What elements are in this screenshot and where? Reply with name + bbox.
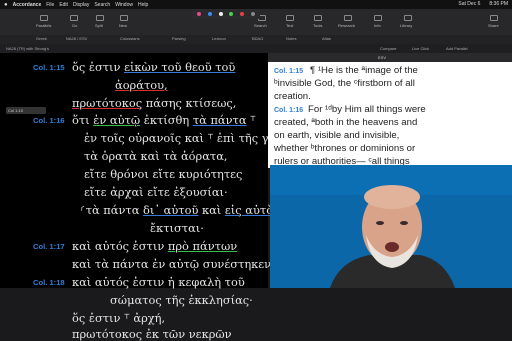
add-parallel-button[interactable]: Add Parallel [446, 46, 468, 51]
toolbar-go[interactable]: Go [72, 23, 77, 28]
greek-line-9: ⸂τὰ πάντα δι᾽ αὐτοῦ καὶ εἰς αὐτὸν [80, 203, 280, 217]
menu-app-name[interactable]: Accordance [13, 2, 42, 8]
tab-lexicon[interactable]: Lexicon [212, 36, 226, 41]
greek-line-14: σώματος τῆς ἐκκλησίας· [110, 293, 253, 307]
english-pane-header: ESV [268, 53, 512, 62]
apple-icon[interactable]: ● [4, 2, 8, 8]
menu-edit[interactable]: Edit [59, 2, 68, 8]
greek-line-15: ὅς ἐστιν ⸆ ἀρχή, [72, 311, 166, 325]
toolbar-library[interactable]: Library [400, 23, 412, 28]
eng-verse-label-1-15[interactable]: Col. 1:15 [274, 68, 303, 75]
greek-line-16: πρωτότοκος ἐκ τῶν νεκρῶν [72, 327, 232, 341]
menu-help[interactable]: Help [138, 2, 148, 8]
menu-display[interactable]: Display [73, 2, 89, 8]
greek-line-11: καὶ αὐτός ἐστιν πρὸ πάντων [72, 239, 238, 253]
toolbar-text[interactable]: Text [286, 23, 293, 28]
greek-line-13: καὶ αὐτός ἐστιν ἡ κεφαλὴ τοῦ [72, 275, 245, 289]
toolbar-parallels[interactable]: Parallels [36, 23, 51, 28]
text-icon[interactable] [286, 15, 294, 21]
menu-window[interactable]: Window [115, 2, 133, 8]
go-icon[interactable] [70, 15, 78, 21]
verse-label-1-16[interactable]: Col. 1:16 [33, 116, 65, 125]
greek-line-2: ἀοράτου, [115, 78, 168, 92]
greek-line-6: τὰ ὁρατὰ καὶ τὰ ἀόρατα, [84, 149, 228, 163]
eng-verse-label-1-16[interactable]: Col. 1:16 [274, 107, 303, 114]
english-text-pane: ESV Col. 1:15 ¶ ¹He is the ªimage of the… [268, 53, 512, 168]
menu-bar: ● Accordance File Edit Display Search Wi… [0, 0, 512, 9]
tab-na28-esv[interactable]: NA28 / ESV [66, 36, 87, 41]
library-icon[interactable] [404, 15, 412, 21]
tab-colossians[interactable]: Colossians [120, 36, 140, 41]
green-dot-icon[interactable] [229, 12, 234, 16]
red-dot-icon[interactable] [239, 12, 244, 16]
verse-label-1-17[interactable]: Col. 1:17 [33, 242, 65, 251]
english-line-5: created, ªboth in the heavens and [274, 117, 418, 128]
text-module-name[interactable]: NA28 (TR) with Strong's [6, 46, 49, 51]
parallels-icon[interactable] [40, 15, 48, 21]
tab-bdag[interactable]: BDAG [252, 36, 263, 41]
greek-line-7: εἴτε θρόνοι εἴτε κυριότητες [84, 167, 243, 181]
toolbar-share[interactable]: Share [488, 23, 499, 28]
greek-line-5: ἐν τοῖς οὐρανοῖς καὶ ⸆ ἐπὶ τῆς γῆς, [84, 131, 286, 145]
live-click-button[interactable]: Live Click [412, 46, 429, 51]
verse-label-1-18[interactable]: Col. 1:18 [33, 278, 65, 287]
tools-icon[interactable] [314, 15, 322, 21]
greek-text-pane: Col 1:15 Col. 1:15 ὅς ἐστιν εἰκὼν τοῦ θε… [0, 53, 285, 341]
toolbar-new[interactable]: New [119, 23, 127, 28]
blue-dot-icon[interactable] [207, 12, 212, 16]
english-pane-title[interactable]: ESV [378, 55, 386, 60]
english-line-7: whether ᵇthrones or dominions or [274, 143, 416, 154]
presenter-image [270, 165, 512, 288]
webcam-overlay [270, 165, 512, 288]
greek-line-10: ἔκτισται· [150, 221, 204, 235]
compare-button[interactable]: Compare [380, 46, 396, 51]
menu-search[interactable]: Search [94, 2, 110, 8]
split-icon[interactable] [96, 15, 104, 21]
toolbar-info[interactable]: Info [374, 23, 381, 28]
white-dot-icon[interactable] [218, 12, 223, 16]
greek-line-4: ὅτι ἐν αὐτῷ ἐκτίσθη τὰ πάντα ⸆ [72, 113, 256, 127]
toolbar-tools[interactable]: Tools [313, 23, 322, 28]
greek-line-1: ὅς ἐστιν εἰκὼν τοῦ θεοῦ τοῦ [72, 60, 236, 74]
toolbar-split[interactable]: Split [95, 23, 103, 28]
english-line-3: creation. [274, 91, 311, 102]
tab-notes[interactable]: Notes [286, 36, 296, 41]
english-line-6: on earth, visible and invisible, [274, 130, 400, 141]
tab-greek[interactable]: Greek [36, 36, 47, 41]
tab-atlas[interactable]: Atlas [322, 36, 331, 41]
reference-field[interactable]: Col 1:15 [6, 107, 46, 114]
research-icon[interactable] [344, 15, 352, 21]
recording-palette[interactable] [192, 9, 260, 19]
english-line-1: ¶ ¹He is the ªimage of the [310, 65, 418, 76]
menu-file[interactable]: File [46, 2, 54, 8]
verse-label-1-15[interactable]: Col. 1:15 [33, 63, 65, 72]
share-icon[interactable] [490, 15, 498, 21]
english-line-2: ᵇinvisible God, the ᶜfirstborn of all [274, 78, 415, 89]
greek-line-3: πρωτότοκος πάσης κτίσεως, [72, 96, 237, 110]
pink-dot-icon[interactable] [197, 12, 202, 16]
toolbar-research[interactable]: Research [338, 23, 355, 28]
greek-line-8: εἴτε ἀρχαὶ εἴτε ἐξουσίαι· [84, 185, 228, 199]
menu-date: Sat Dec 6 [458, 1, 481, 7]
info-icon[interactable] [374, 15, 382, 21]
close-icon[interactable] [250, 12, 255, 16]
greek-line-12: καὶ τὰ πάντα ἐν αὐτῷ συνέστηκεν, [72, 257, 275, 271]
menu-time: 8:36 PM [489, 1, 508, 7]
toolbar-search[interactable]: Search [254, 23, 267, 28]
tab-parsing[interactable]: Parsing [172, 36, 186, 41]
english-line-4: For ¹ᵈby Him all things were [308, 104, 426, 115]
new-icon[interactable] [120, 15, 128, 21]
